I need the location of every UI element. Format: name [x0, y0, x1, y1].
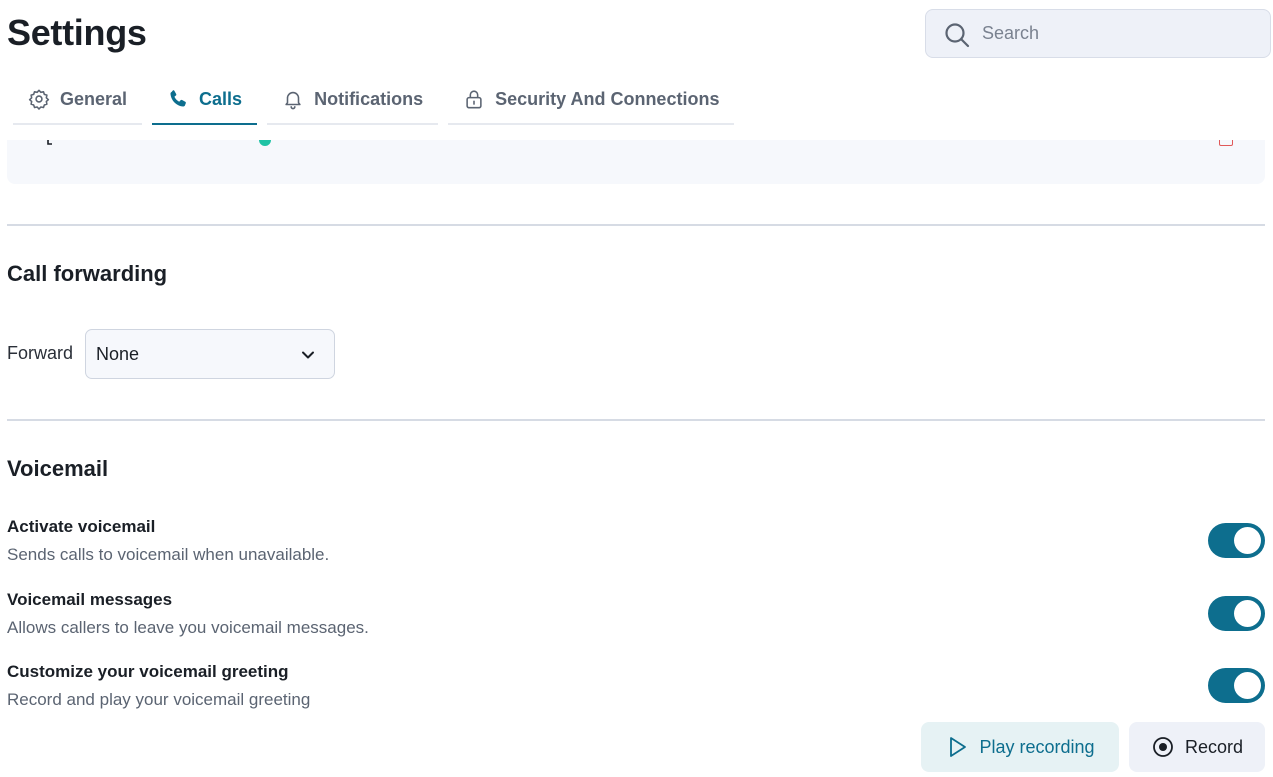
forward-select[interactable]: None [85, 329, 335, 379]
setting-description: Record and play your voicemail greeting [7, 690, 311, 709]
pencil-icon[interactable] [47, 140, 61, 146]
record-icon [1153, 737, 1173, 757]
page-title: Settings [7, 12, 147, 53]
gear-icon [28, 89, 50, 110]
play-recording-button[interactable]: Play recording [921, 722, 1119, 772]
toggle-knob [1234, 600, 1261, 627]
tab-notifications-label: Notifications [314, 88, 424, 109]
setting-title: Customize your voicemail greeting [7, 662, 289, 681]
phone-number-card [7, 140, 1265, 184]
tab-notifications[interactable]: Notifications [267, 75, 439, 125]
tab-security-and-connections[interactable]: Security And Connections [448, 75, 735, 125]
tab-calls[interactable]: Calls [152, 75, 258, 125]
search-bar[interactable] [925, 9, 1271, 58]
forward-select-value: None [96, 343, 140, 364]
setting-title: Activate voicemail [7, 517, 156, 536]
search-icon [945, 23, 970, 48]
bell-icon [285, 91, 301, 110]
setting-voicemail-messages: Voicemail messages Allows callers to lea… [7, 590, 369, 638]
status-dot [259, 140, 271, 146]
lock-icon [466, 90, 482, 109]
tab-security-label: Security And Connections [495, 88, 720, 109]
divider [7, 419, 1265, 421]
play-recording-label: Play recording [979, 736, 1095, 757]
search-input[interactable] [982, 10, 1262, 57]
phone-icon [170, 90, 186, 107]
setting-description: Sends calls to voicemail when unavailabl… [7, 545, 330, 564]
setting-activate-voicemail: Activate voicemail Sends calls to voicem… [7, 517, 329, 565]
trash-icon[interactable] [1219, 140, 1233, 146]
play-icon [950, 737, 967, 757]
chevron-down-icon [302, 351, 314, 359]
setting-customize-greeting: Customize your voicemail greeting Record… [7, 662, 310, 710]
record-label: Record [1184, 736, 1244, 757]
voicemail-title: Voicemail [7, 456, 109, 481]
toggle-knob [1234, 672, 1261, 699]
forward-label: Forward [7, 343, 74, 363]
tab-general-label: General [60, 88, 128, 109]
activate-voicemail-toggle[interactable] [1208, 523, 1265, 558]
settings-tabs: General Calls Notifications Security And… [13, 75, 735, 125]
tab-calls-label: Calls [199, 88, 243, 109]
setting-description: Allows callers to leave you voicemail me… [7, 618, 369, 637]
voicemail-messages-toggle[interactable] [1208, 596, 1265, 631]
call-forwarding-title: Call forwarding [7, 261, 168, 286]
divider [7, 224, 1265, 226]
toggle-knob [1234, 527, 1261, 554]
customize-greeting-toggle[interactable] [1208, 668, 1265, 703]
record-button[interactable]: Record [1129, 722, 1265, 772]
setting-title: Voicemail messages [7, 590, 173, 609]
tab-general[interactable]: General [13, 75, 143, 125]
